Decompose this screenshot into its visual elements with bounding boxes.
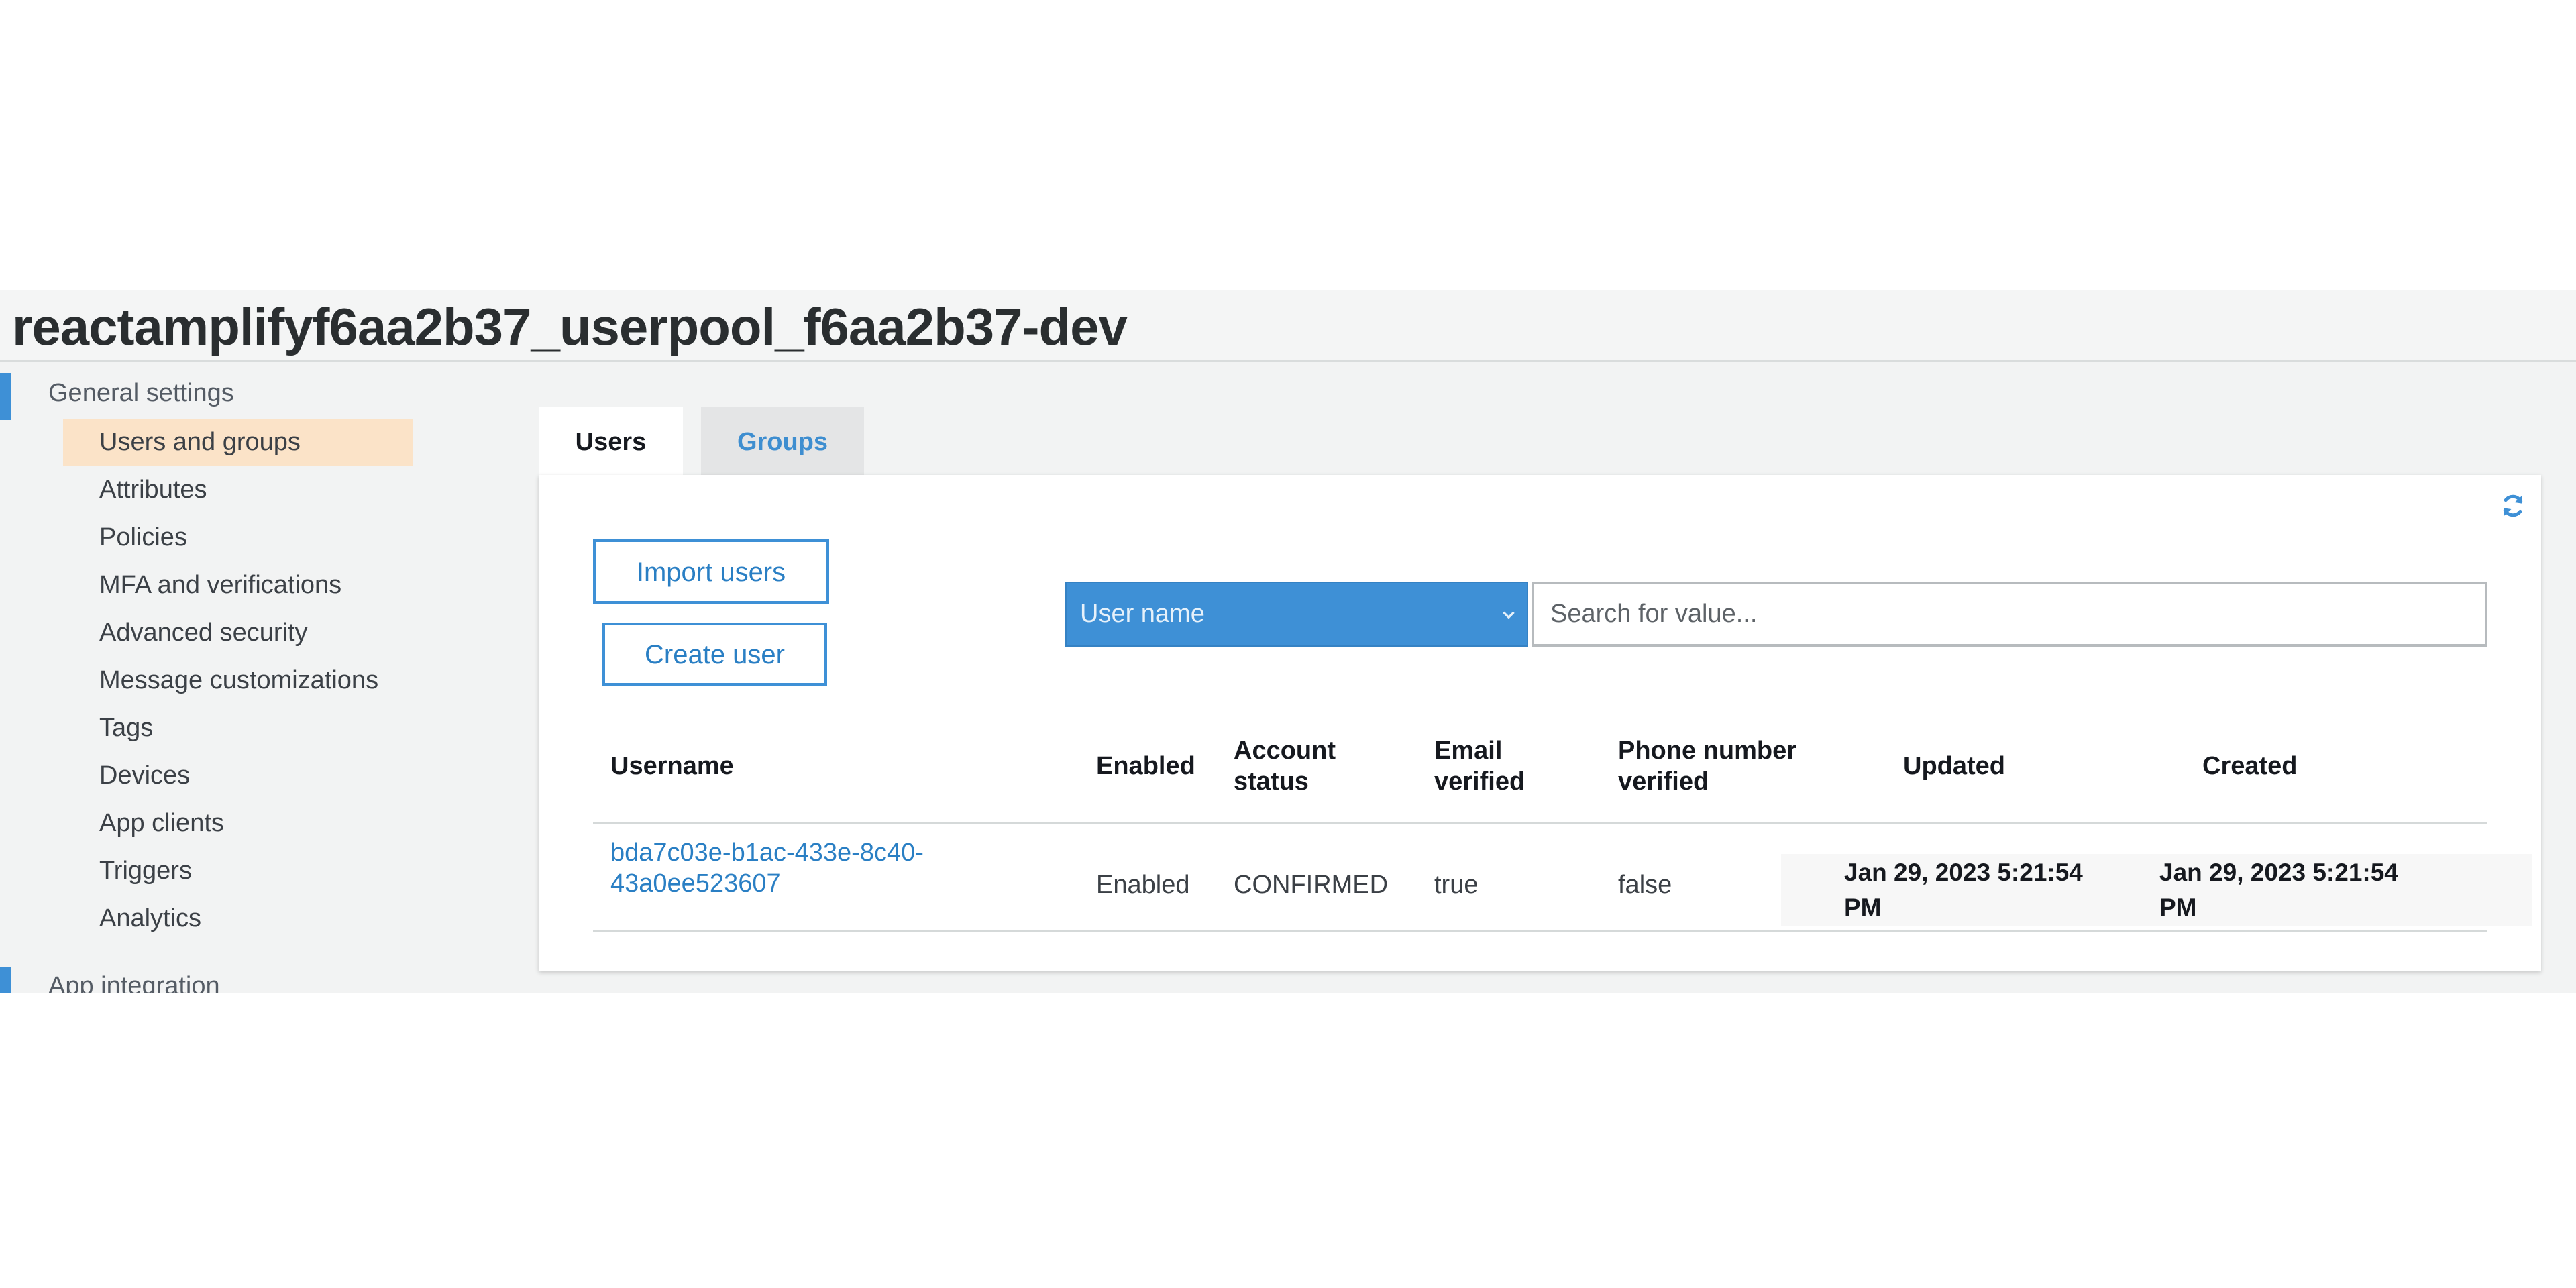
user-updated: Jan 29, 2023 5:21:54 PM [1781, 854, 2116, 926]
sidebar-item-users-and-groups[interactable]: Users and groups [63, 419, 413, 466]
cognito-user-pool-console: reactamplifyf6aa2b37_userpool_f6aa2b37-d… [0, 290, 2576, 993]
column-header-phone-verified[interactable]: Phone number verified [1618, 735, 1796, 797]
sidebar-item-attributes[interactable]: Attributes [63, 466, 413, 513]
sidebar-item-tags[interactable]: Tags [63, 704, 413, 751]
sidebar-item-advanced-security[interactable]: Advanced security [63, 609, 413, 656]
column-header-created[interactable]: Created [2202, 751, 2298, 782]
column-header-account-status[interactable]: Account status [1234, 735, 1336, 797]
user-username-line2: 43a0ee523607 [610, 869, 781, 898]
table-header-divider [593, 822, 2487, 824]
user-updated-line1: Jan 29, 2023 5:21:54 [1844, 859, 2083, 886]
import-users-button[interactable]: Import users [593, 539, 829, 604]
user-username-line1: bda7c03e-b1ac-433e-8c40- [610, 839, 924, 867]
page-title: reactamplifyf6aa2b37_userpool_f6aa2b37-d… [12, 297, 1128, 356]
sidebar-item-triggers[interactable]: Triggers [63, 847, 413, 894]
chevron-down-icon [1503, 611, 1515, 619]
user-username-link[interactable]: bda7c03e-b1ac-433e-8c40- 43a0ee523607 [610, 837, 924, 899]
refresh-icon [2503, 494, 2523, 517]
sidebar-item-policies[interactable]: Policies [63, 514, 413, 561]
sidebar-section-app-integration[interactable]: App integration [48, 972, 220, 993]
table-row-divider [593, 930, 2487, 932]
user-created-line1: Jan 29, 2023 5:21:54 [2159, 859, 2398, 886]
canvas: reactamplifyf6aa2b37_userpool_f6aa2b37-d… [0, 0, 2576, 1288]
user-email-verified: true [1434, 871, 1479, 899]
column-header-updated[interactable]: Updated [1903, 751, 2005, 782]
refresh-button[interactable] [2497, 490, 2529, 522]
tab-groups[interactable]: Groups [701, 407, 864, 478]
users-panel: Import users Create user User name Usern… [539, 475, 2541, 971]
search-attribute-selected: User name [1080, 600, 1205, 628]
sidebar-accent-app-integration [0, 967, 11, 993]
sidebar-item-devices[interactable]: Devices [63, 752, 413, 799]
column-header-email-verified-line1: Email [1434, 737, 1503, 765]
column-header-email-verified[interactable]: Email verified [1434, 735, 1525, 797]
search-input[interactable] [1532, 582, 2487, 647]
user-enabled: Enabled [1096, 871, 1190, 899]
sidebar-section-general-settings[interactable]: General settings [48, 379, 234, 408]
sidebar-item-analytics[interactable]: Analytics [63, 895, 413, 942]
sidebar-item-app-clients[interactable]: App clients [63, 800, 413, 847]
column-header-phone-verified-line1: Phone number [1618, 737, 1797, 765]
sidebar-item-mfa-and-verifications[interactable]: MFA and verifications [63, 561, 413, 608]
title-bar: reactamplifyf6aa2b37_userpool_f6aa2b37-d… [0, 290, 2576, 362]
column-header-phone-verified-line2: verified [1618, 767, 1709, 796]
search-attribute-select[interactable]: User name [1065, 582, 1528, 647]
column-header-username[interactable]: Username [610, 751, 734, 782]
user-created: Jan 29, 2023 5:21:54 PM [2116, 854, 2532, 926]
column-header-email-verified-line2: verified [1434, 767, 1525, 796]
sidebar-item-message-customizations[interactable]: Message customizations [63, 657, 413, 704]
user-account-status: CONFIRMED [1234, 871, 1389, 899]
sidebar-accent-general [0, 373, 11, 420]
column-header-enabled[interactable]: Enabled [1096, 751, 1195, 782]
create-user-button[interactable]: Create user [602, 623, 827, 686]
tab-users[interactable]: Users [539, 407, 683, 478]
column-header-account-status-line2: status [1234, 767, 1309, 796]
user-updated-line2: PM [1844, 894, 1882, 921]
user-created-line2: PM [2159, 894, 2197, 921]
column-header-account-status-line1: Account [1234, 737, 1336, 765]
user-phone-verified: false [1618, 871, 1672, 899]
sidebar: General settings Users and groups Attrib… [0, 362, 510, 993]
